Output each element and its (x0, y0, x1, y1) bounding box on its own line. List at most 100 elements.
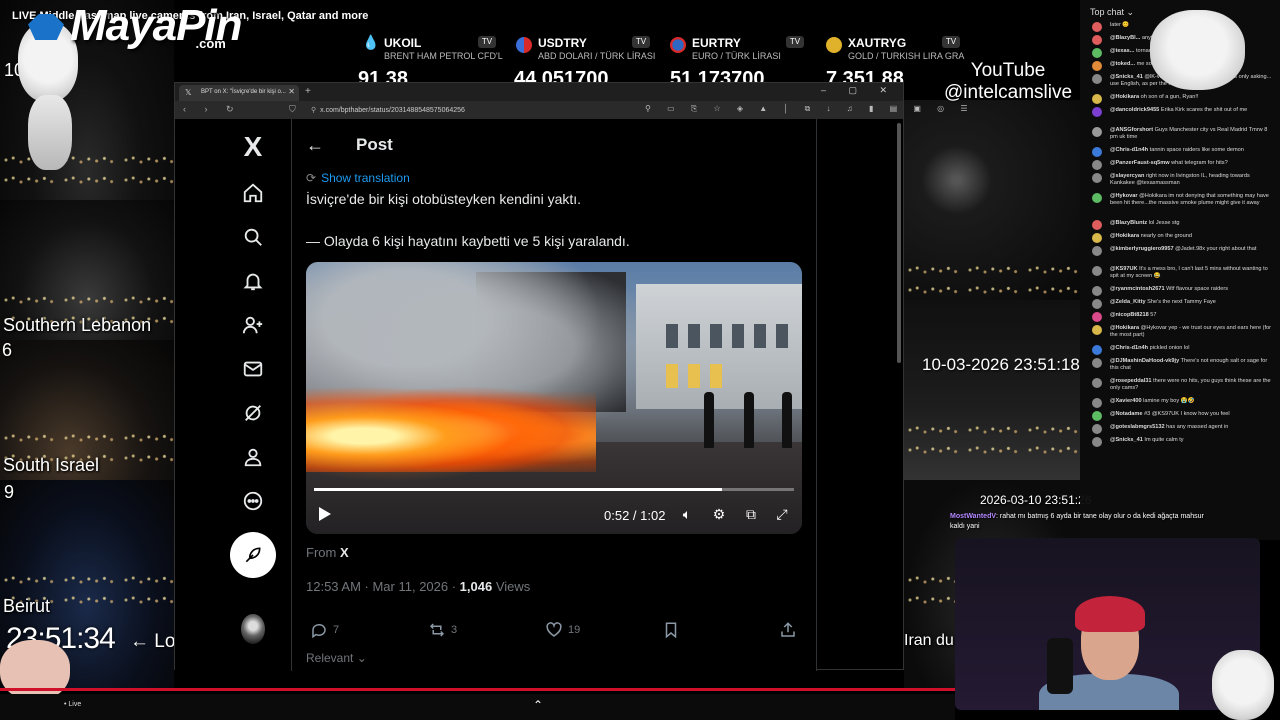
chat-username[interactable]: @Snicks_41 (1110, 437, 1143, 443)
like-button[interactable]: 19 (545, 621, 580, 639)
chat-username[interactable]: @Hokikara (1110, 325, 1139, 331)
chat-avatar[interactable] (1092, 411, 1102, 421)
camera-number-southern-lebanon: 6 (2, 340, 13, 360)
chat-avatar[interactable] (1092, 325, 1102, 335)
chat-username[interactable]: @Snicks_41 (1110, 74, 1143, 80)
repost-button[interactable]: 3 (428, 621, 457, 639)
chat-avatar[interactable] (1092, 94, 1102, 104)
chat-username[interactable]: @goteslabmgrs5132 (1110, 424, 1165, 430)
replies-sort-dropdown[interactable]: Relevant ⌄ (306, 651, 367, 665)
chat-avatar[interactable] (1092, 437, 1102, 447)
profile-icon[interactable] (241, 445, 265, 469)
chat-username[interactable]: @Hokikara (1110, 233, 1139, 239)
chat-username[interactable]: @Zelda_Kitty (1110, 299, 1146, 305)
repost-count: 3 (451, 624, 458, 636)
chat-message: @Notadame #3 @KS97UK I know how you feel (1092, 411, 1272, 421)
browser-nav-buttons[interactable]: ‹ › ↻ (183, 104, 242, 115)
chat-mode-dropdown[interactable]: Top chat ⌄ (1090, 7, 1134, 18)
compose-post-button[interactable] (230, 532, 276, 578)
chat-username[interactable]: @Chris-d1n4h (1110, 147, 1148, 153)
chat-username[interactable]: @nicopBt8218 (1110, 312, 1149, 318)
chat-avatar[interactable] (1092, 48, 1102, 58)
communities-icon[interactable] (241, 313, 265, 337)
chat-username[interactable]: @rosepeddal31 (1110, 378, 1152, 384)
back-arrow-icon[interactable]: ← (306, 135, 324, 156)
notifications-icon[interactable] (241, 269, 265, 293)
chat-avatar[interactable] (1092, 220, 1102, 230)
picture-in-picture-icon[interactable]: ⧉ (742, 505, 760, 523)
chat-avatar[interactable] (1092, 160, 1102, 170)
chat-username[interactable]: @Notadame (1110, 411, 1143, 417)
chat-avatar[interactable] (1092, 424, 1102, 434)
post-timestamp[interactable]: 12:53 AM · Mar 11, 2026 · (306, 579, 460, 594)
page-scrollbar[interactable] (897, 123, 901, 363)
chat-username[interactable]: @DJMashinDaHood-vk9jy (1110, 358, 1179, 364)
chat-avatar[interactable] (1092, 127, 1102, 137)
from-source-link[interactable]: X (340, 545, 349, 560)
chat-username[interactable]: @Hykovar (1110, 193, 1138, 199)
video-progress-bar[interactable] (314, 488, 794, 491)
bookmark-button[interactable] (662, 621, 680, 639)
tab-close-icon[interactable]: ✕ (288, 87, 295, 96)
chevron-up-icon[interactable]: ⌃ (533, 698, 543, 712)
chat-username[interactable]: @PanzerFaust-sq5mw (1110, 160, 1170, 166)
account-avatar[interactable] (241, 614, 265, 644)
messages-icon[interactable] (241, 357, 265, 381)
chat-avatar[interactable] (1092, 107, 1102, 117)
chat-avatar[interactable] (1092, 398, 1102, 408)
chat-avatar[interactable] (1092, 173, 1102, 183)
share-button[interactable] (779, 621, 797, 639)
chat-username[interactable]: @KS97UK (1110, 266, 1138, 272)
chat-username[interactable]: @Xavier400 (1110, 398, 1142, 404)
chat-username[interactable]: @BlazyBluntz (1110, 220, 1147, 226)
chat-message: @ANSGforshort Guys Manchester city vs Re… (1092, 127, 1272, 141)
window-controls[interactable]: – ▢ ✕ (821, 85, 897, 96)
play-icon[interactable] (318, 506, 332, 522)
volume-icon[interactable]: 🔈︎ (678, 505, 696, 523)
video-player[interactable]: 0:52 / 1:02 🔈︎ ⚙ ⧉ ⤢ (306, 262, 802, 534)
explore-icon[interactable] (241, 225, 265, 249)
show-translation-link[interactable]: ⟳ Show translation (306, 171, 410, 185)
chat-username[interactable]: @texas... (1110, 48, 1134, 54)
chat-avatar[interactable] (1092, 266, 1102, 276)
chat-avatar[interactable] (1092, 147, 1102, 157)
chat-avatar[interactable] (1092, 35, 1102, 45)
chat-avatar[interactable] (1092, 299, 1102, 309)
chat-username[interactable]: @toked... (1110, 61, 1135, 67)
chat-avatar[interactable] (1092, 345, 1102, 355)
chat-username[interactable]: @Hokikara (1110, 94, 1139, 100)
chat-username[interactable]: @BlazyBl... (1110, 35, 1140, 41)
chat-avatar[interactable] (1092, 61, 1102, 71)
chat-avatar[interactable] (1092, 378, 1102, 388)
chat-avatar[interactable] (1092, 74, 1102, 84)
home-icon[interactable] (241, 181, 265, 205)
chat-avatar[interactable] (1092, 312, 1102, 322)
grok-icon[interactable] (241, 401, 265, 425)
chat-avatar[interactable] (1092, 358, 1102, 368)
browser-tab[interactable]: 𝕏 BPT on X: "İsviçre'de bir kişi o... ✕ (179, 85, 299, 101)
chat-avatar[interactable] (1092, 286, 1102, 296)
fullscreen-icon[interactable]: ⤢ (773, 505, 791, 523)
settings-gear-icon[interactable]: ⚙ (710, 505, 728, 523)
x-sidebar: X (175, 119, 293, 671)
chat-avatar[interactable] (1092, 233, 1102, 243)
cat-body-left (28, 95, 72, 170)
new-tab-icon[interactable]: + (305, 86, 311, 97)
chat-username[interactable]: @ryanmcintosh2671 (1110, 286, 1165, 292)
chat-username[interactable]: @slayercyan (1110, 173, 1144, 179)
reply-button[interactable]: 7 (310, 621, 339, 639)
chat-username[interactable]: @Chris-d1n4h (1110, 345, 1148, 351)
stream-progress-bar[interactable] (0, 688, 955, 691)
chat-username[interactable]: @kimberlyruggiero9957 (1110, 246, 1174, 252)
url-field[interactable]: ⚲ x.com/bpthaber/status/20314885485750642… (303, 103, 653, 117)
more-icon[interactable] (241, 489, 265, 513)
x-logo-icon[interactable]: X (241, 131, 265, 162)
chat-avatar[interactable] (1092, 22, 1102, 32)
chat-avatar[interactable] (1092, 193, 1102, 203)
chat-username[interactable]: @ANSGforshort (1110, 127, 1153, 133)
chat-header-label: Top chat (1090, 7, 1125, 17)
browser-toolbar-icons[interactable]: ⚲ ▭ ⎘ ☆ ◈ ▲ │ ⧉ ↓ ♫ ▮ ▤ ▣ ◎ ☰ (645, 104, 975, 114)
bookmark-icon[interactable]: ⛉ (289, 104, 296, 115)
chat-username[interactable]: @dancoldrick9455 (1110, 107, 1159, 113)
chat-avatar[interactable] (1092, 246, 1102, 256)
